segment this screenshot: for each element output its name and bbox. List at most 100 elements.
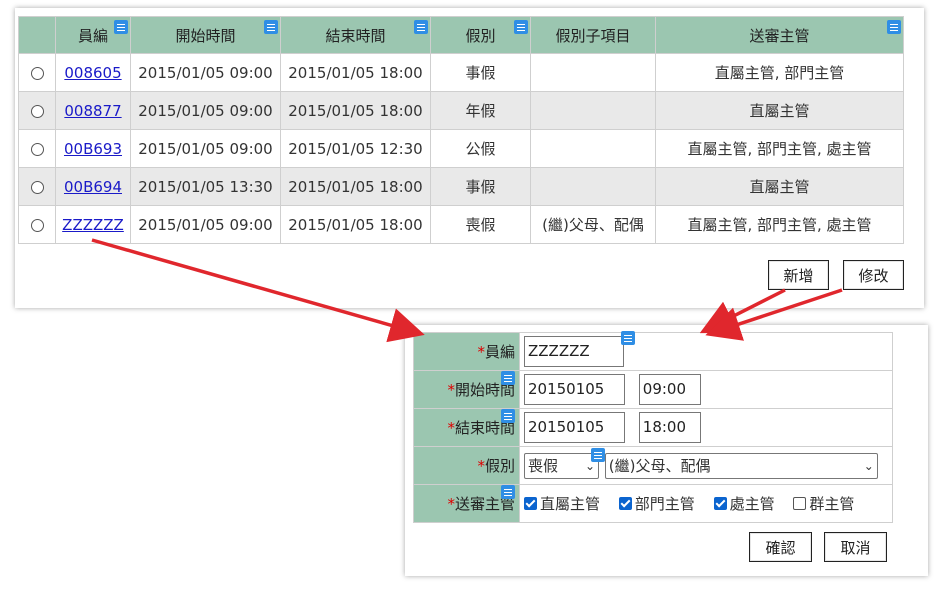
list-badge-icon[interactable] bbox=[501, 485, 515, 499]
col-header-approvers[interactable]: 送審主管 bbox=[655, 16, 904, 54]
approver-option-division[interactable]: 處主管 bbox=[713, 493, 775, 514]
col-header-start-label: 開始時間 bbox=[175, 26, 236, 45]
approver-option-label: 部門主管 bbox=[634, 495, 695, 513]
table-row: ZZZZZZ 2015/01/05 09:00 2015/01/05 18:00… bbox=[18, 205, 904, 244]
col-header-leave-type[interactable]: 假別 bbox=[430, 16, 531, 54]
checkbox-icon[interactable] bbox=[713, 497, 727, 510]
table-row: 00B694 2015/01/05 13:30 2015/01/05 18:00… bbox=[18, 167, 904, 206]
table-header-row: 員編 開始時間 結束時間 假別 假別子項目 送審主管 bbox=[18, 16, 904, 54]
leave-type-select-value: 喪假 bbox=[528, 457, 559, 475]
start-cell: 2015/01/05 09:00 bbox=[130, 205, 281, 244]
sub-item-cell bbox=[530, 129, 656, 168]
leave-type-label: *假別 bbox=[413, 446, 520, 485]
row-select-cell bbox=[18, 129, 56, 168]
required-mark: * bbox=[447, 419, 455, 437]
start-time-field[interactable]: 09:00 bbox=[638, 374, 701, 405]
list-badge-icon[interactable] bbox=[114, 20, 128, 34]
list-badge-icon[interactable] bbox=[514, 20, 528, 34]
leave-type-label-text: 假別 bbox=[484, 457, 515, 475]
list-badge-icon[interactable] bbox=[414, 20, 428, 34]
col-header-emp-id[interactable]: 員編 bbox=[55, 16, 131, 54]
col-header-select bbox=[18, 16, 56, 54]
sub-item-cell bbox=[530, 53, 656, 92]
list-badge-icon[interactable] bbox=[591, 448, 605, 462]
end-cell: 2015/01/05 18:00 bbox=[280, 167, 431, 206]
radio-icon[interactable] bbox=[30, 104, 44, 118]
row-select-cell bbox=[18, 53, 56, 92]
checkbox-icon[interactable] bbox=[618, 497, 632, 510]
end-date-field[interactable]: 20150105 bbox=[524, 412, 625, 443]
col-header-end-label: 結束時間 bbox=[325, 26, 386, 45]
col-header-sub-item: 假別子項目 bbox=[530, 16, 656, 54]
emp-id-cell: 008605 bbox=[55, 53, 131, 92]
edit-button[interactable]: 修改 bbox=[843, 260, 904, 290]
approvers-value-cell: 直屬主管 部門主管 處主管 群主管 bbox=[519, 484, 893, 523]
approvers-cell: 直屬主管, 部門主管 bbox=[655, 53, 904, 92]
emp-id-cell: 00B694 bbox=[55, 167, 131, 206]
end-cell: 2015/01/05 12:30 bbox=[280, 129, 431, 168]
emp-id-link[interactable]: 00B694 bbox=[64, 178, 122, 196]
end-cell: 2015/01/05 18:00 bbox=[280, 91, 431, 130]
approver-option-department[interactable]: 部門主管 bbox=[618, 493, 695, 514]
leave-type-value-cell: 喪假 ⌄ (繼)父母、配偶 ⌄ bbox=[519, 446, 893, 485]
form-row-leave-type: *假別 喪假 ⌄ (繼)父母、配偶 ⌄ bbox=[413, 446, 893, 485]
end-cell: 2015/01/05 18:00 bbox=[280, 205, 431, 244]
col-header-approvers-label: 送審主管 bbox=[749, 26, 810, 45]
emp-id-cell: 00B693 bbox=[55, 129, 131, 168]
end-value-cell: 20150105 18:00 bbox=[519, 408, 893, 447]
leave-type-cell: 事假 bbox=[430, 167, 531, 206]
sub-item-cell: (繼)父母、配偶 bbox=[530, 205, 656, 244]
emp-id-link[interactable]: ZZZZZZ bbox=[62, 216, 124, 234]
required-mark: * bbox=[477, 343, 485, 361]
emp-id-link[interactable]: 00B693 bbox=[64, 140, 122, 158]
end-label: *結束時間 bbox=[413, 408, 520, 447]
list-badge-icon[interactable] bbox=[501, 371, 515, 385]
table-row: 008605 2015/01/05 09:00 2015/01/05 18:00… bbox=[18, 53, 904, 92]
form-row-start: *開始時間 20150105 09:00 bbox=[413, 370, 893, 409]
radio-icon[interactable] bbox=[30, 66, 44, 80]
emp-id-link[interactable]: 008877 bbox=[64, 102, 121, 120]
cancel-button[interactable]: 取消 bbox=[824, 532, 887, 562]
sub-item-select[interactable]: (繼)父母、配偶 ⌄ bbox=[604, 452, 878, 479]
leave-list-panel: 員編 開始時間 結束時間 假別 假別子項目 送審主管 008605 2015/0… bbox=[15, 8, 924, 308]
add-button[interactable]: 新增 bbox=[768, 260, 829, 290]
row-select-cell bbox=[18, 91, 56, 130]
list-badge-icon[interactable] bbox=[501, 409, 515, 423]
checkbox-icon[interactable] bbox=[793, 497, 807, 510]
approvers-cell: 直屬主管, 部門主管, 處主管 bbox=[655, 205, 904, 244]
col-header-emp-id-label: 員編 bbox=[77, 26, 108, 45]
checkbox-icon[interactable] bbox=[524, 497, 537, 510]
leave-type-select[interactable]: 喪假 ⌄ bbox=[524, 452, 599, 479]
radio-icon[interactable] bbox=[30, 180, 44, 194]
start-cell: 2015/01/05 09:00 bbox=[130, 53, 281, 92]
col-header-end[interactable]: 結束時間 bbox=[280, 16, 431, 54]
list-badge-icon[interactable] bbox=[264, 20, 278, 34]
approvers-cell: 直屬主管 bbox=[655, 167, 904, 206]
approver-option-direct[interactable]: 直屬主管 bbox=[524, 493, 600, 514]
approver-option-label: 直屬主管 bbox=[540, 495, 601, 513]
col-header-start[interactable]: 開始時間 bbox=[130, 16, 281, 54]
emp-label-text: 員編 bbox=[484, 343, 515, 361]
leave-edit-form-panel: *員編 ZZZZZZ *開始時間 20150105 09:00 *結束時間 20… bbox=[405, 325, 928, 576]
approver-option-label: 處主管 bbox=[729, 495, 775, 513]
start-date-field[interactable]: 20150105 bbox=[524, 374, 625, 405]
table-row: 008877 2015/01/05 09:00 2015/01/05 18:00… bbox=[18, 91, 904, 130]
approvers-label: *送審主管 bbox=[413, 484, 520, 523]
radio-icon[interactable] bbox=[30, 218, 44, 232]
emp-id-field[interactable]: ZZZZZZ bbox=[524, 336, 624, 367]
radio-icon[interactable] bbox=[30, 142, 44, 156]
emp-value-cell: ZZZZZZ bbox=[519, 331, 893, 371]
form-row-end: *結束時間 20150105 18:00 bbox=[413, 408, 893, 447]
end-cell: 2015/01/05 18:00 bbox=[280, 53, 431, 92]
list-badge-icon[interactable] bbox=[887, 20, 901, 34]
emp-id-link[interactable]: 008605 bbox=[64, 64, 121, 82]
leave-edit-form: *員編 ZZZZZZ *開始時間 20150105 09:00 *結束時間 20… bbox=[413, 331, 893, 523]
leave-type-cell: 年假 bbox=[430, 91, 531, 130]
list-badge-icon[interactable] bbox=[621, 331, 635, 345]
end-time-field[interactable]: 18:00 bbox=[638, 412, 701, 443]
approver-option-group[interactable]: 群主管 bbox=[793, 493, 854, 514]
emp-id-cell: 008877 bbox=[55, 91, 131, 130]
row-select-cell bbox=[18, 167, 56, 206]
required-mark: * bbox=[477, 457, 485, 475]
confirm-button[interactable]: 確認 bbox=[749, 532, 812, 562]
